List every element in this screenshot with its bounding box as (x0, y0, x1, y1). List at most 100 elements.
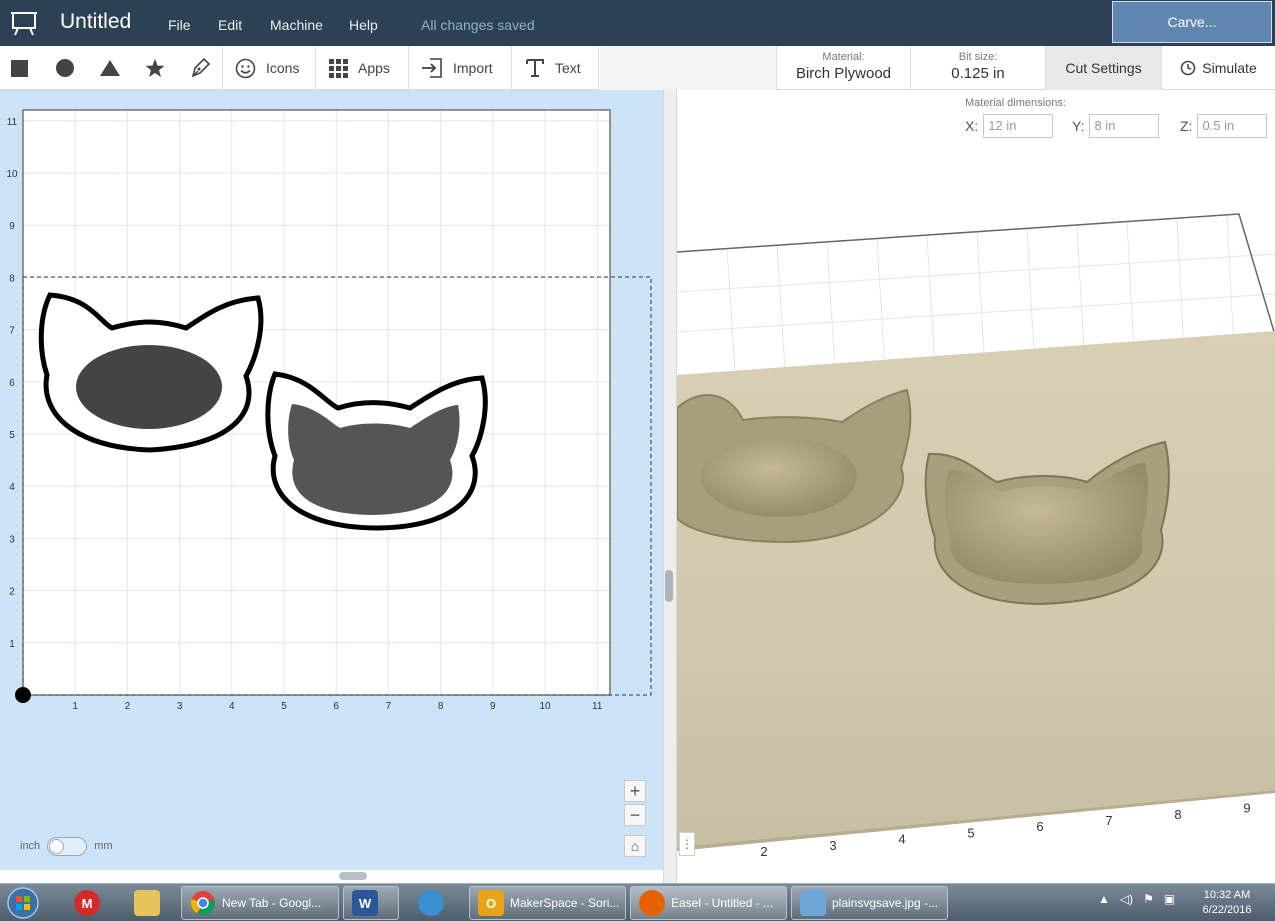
circle-icon (56, 59, 74, 77)
unit-toggle[interactable]: inch mm (20, 836, 113, 856)
cut-settings-button[interactable]: Cut Settings (1046, 46, 1161, 90)
dimension-z: Z: (1180, 113, 1268, 138)
icons-button[interactable]: Icons (235, 46, 299, 90)
unit-mm-label: mm (94, 840, 113, 852)
text-button[interactable]: Text (525, 46, 581, 90)
taskbar-app-support[interactable] (410, 886, 454, 920)
star-icon (145, 59, 165, 77)
design-canvas-pane[interactable]: 1 2 3 4 5 6 7 8 9 10 11 1 2 3 4 5 6 7 8 9 10 11 + − ⌂ inch m… (0, 90, 663, 880)
x-tick-label: 7 (386, 701, 392, 712)
dimension-y-label: Y: (1072, 117, 1085, 134)
simulate-button[interactable]: Simulate (1162, 46, 1275, 90)
network-icon[interactable]: ▣ (1164, 892, 1175, 906)
pane-resize-handle-horizontal[interactable] (339, 872, 367, 880)
app-header: Untitled File Edit Machine Help All chan… (0, 0, 1275, 46)
outlook-icon: O (478, 890, 504, 916)
preview-axis-label: 7 (1105, 813, 1112, 828)
taskbar-app-word[interactable]: W (343, 886, 399, 920)
unit-switch[interactable] (47, 836, 88, 856)
x-tick-label: 2 (125, 701, 131, 712)
taskbar-app-makerbot[interactable]: M (66, 886, 110, 920)
apps-label: Apps (358, 60, 390, 76)
preview-axis-label: 5 (967, 825, 974, 840)
x-tick-label: 9 (490, 701, 496, 712)
dimension-z-input[interactable] (1197, 113, 1268, 138)
design-canvas[interactable]: 1234567891011 1 2 3 4 5 6 7 8 9 10 11 (0, 90, 663, 870)
pane-splitter-handle[interactable] (665, 570, 673, 602)
icons-label: Icons (266, 60, 300, 76)
import-icon (422, 58, 442, 78)
carve-button[interactable]: Carve... (1112, 1, 1272, 43)
x-tick-label: 8 (438, 701, 444, 712)
x-tick-label: 1 (72, 701, 78, 712)
taskbar-clock[interactable]: 10:32 AM 6/22/2016 (1196, 888, 1258, 918)
support-icon (418, 890, 444, 916)
taskbar-app-explorer[interactable] (126, 886, 170, 920)
windows-taskbar: M New Tab - Googl... W O MakerSpace - So… (0, 883, 1275, 921)
folder-icon (134, 890, 160, 916)
taskbar-item-outlook[interactable]: O MakerSpace - Sori... (469, 886, 626, 920)
3d-preview-pane[interactable]: 2 3 4 5 6 7 8 9 (677, 90, 1275, 883)
3d-preview[interactable]: 2 3 4 5 6 7 8 9 (677, 90, 1275, 883)
volume-icon[interactable]: ◁) (1120, 892, 1133, 906)
document-title[interactable]: Untitled (60, 10, 131, 34)
dimension-z-label: Z: (1180, 117, 1193, 134)
taskbar-item-paint[interactable]: plainsvgsave.jpg -... (791, 886, 948, 920)
preview-options-button[interactable]: ⋮ (679, 832, 695, 856)
dimension-x-input[interactable] (983, 113, 1054, 138)
clock-time: 10:32 AM (1203, 889, 1251, 901)
separator (511, 46, 512, 90)
pen-tool[interactable] (189, 46, 211, 90)
import-button[interactable]: Import (421, 46, 493, 90)
menu-help[interactable]: Help (349, 17, 378, 33)
dimension-y-input[interactable] (1089, 113, 1160, 138)
taskbar-item-chrome[interactable]: New Tab - Googl... (181, 886, 339, 920)
x-tick-label: 11 (592, 701, 603, 712)
triangle-icon (100, 60, 120, 76)
apps-button[interactable]: Apps (329, 46, 390, 90)
x-tick-label: 3 (177, 701, 183, 712)
unit-switch-knob (49, 838, 65, 854)
start-button[interactable] (2, 886, 46, 920)
separator (598, 46, 599, 90)
easel-logo-icon[interactable] (10, 9, 38, 37)
bit-size-setting[interactable]: Bit size: 0.125 in (911, 46, 1045, 90)
import-label: Import (453, 60, 493, 76)
menu-machine[interactable]: Machine (270, 17, 323, 33)
material-setting[interactable]: Material: Birch Plywood (777, 46, 910, 90)
menu-file[interactable]: File (168, 17, 191, 33)
y-tick-label: 4 (9, 482, 15, 493)
zoom-out-button[interactable]: − (624, 804, 646, 826)
separator (408, 46, 409, 90)
dimension-x-label: X: (965, 117, 979, 134)
firefox-icon (639, 890, 665, 916)
taskbar-item-outlook-label: MakerSpace - Sori... (510, 896, 620, 910)
menu-edit[interactable]: Edit (218, 17, 242, 33)
preview-axis-label: 8 (1174, 807, 1181, 822)
home-view-button[interactable]: ⌂ (624, 835, 646, 857)
square-tool[interactable] (10, 46, 30, 90)
triangle-tool[interactable] (99, 46, 121, 90)
cat-pocket-ellipse (76, 345, 222, 429)
x-tick-label: 4 (229, 701, 235, 712)
x-tick-label: 10 (539, 701, 551, 712)
preview-axis-label: 2 (760, 844, 767, 859)
home-icon: ⌂ (630, 838, 640, 854)
y-tick-label: 9 (9, 221, 15, 232)
flag-icon[interactable]: ⚑ (1143, 892, 1154, 906)
pane-splitter[interactable] (663, 90, 677, 883)
dimension-x: X: (965, 113, 1054, 138)
bit-size-value: 0.125 in (951, 65, 1005, 82)
makerbot-icon: M (74, 890, 100, 916)
circle-tool[interactable] (55, 46, 75, 90)
chrome-icon (190, 891, 215, 915)
star-tool[interactable] (144, 46, 166, 90)
toolbar-spacer (600, 46, 776, 90)
paint-icon (800, 890, 826, 916)
preview-axis-label: 3 (829, 838, 836, 853)
save-status: All changes saved (421, 17, 535, 33)
tray-expand-icon[interactable]: ▲ (1098, 892, 1110, 906)
y-tick-label: 10 (6, 169, 18, 180)
zoom-in-button[interactable]: + (624, 780, 646, 802)
taskbar-item-firefox[interactable]: Easel - Untitled - ... (630, 886, 787, 920)
